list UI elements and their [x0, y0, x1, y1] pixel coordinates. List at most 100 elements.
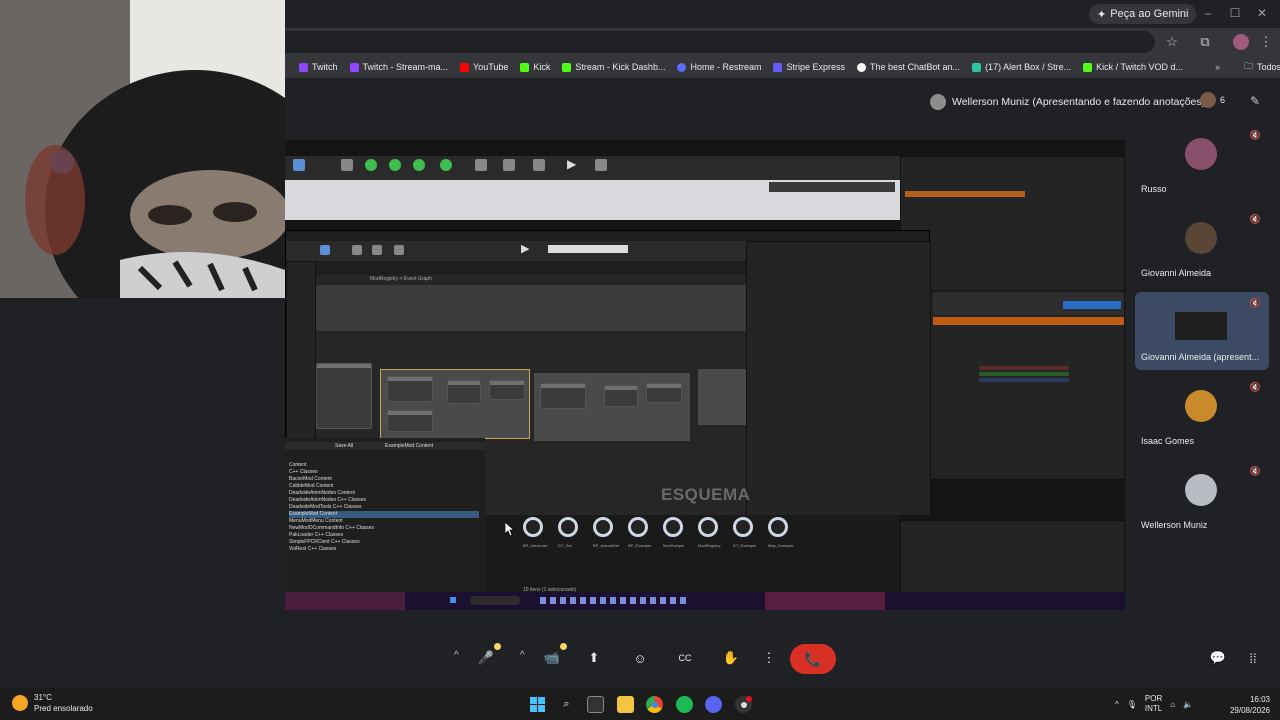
restream-icon — [677, 62, 687, 72]
content-tree-item[interactable]: SimpleFPCRCient C++ Classes — [289, 539, 479, 546]
kick-icon — [520, 62, 530, 72]
content-asset[interactable]: ModSample — [663, 517, 687, 557]
content-asset[interactable]: DT_Set — [558, 517, 582, 557]
captions-button[interactable]: CC — [669, 644, 701, 672]
bookmarks-overflow-button[interactable]: » — [1215, 62, 1220, 72]
content-asset[interactable]: BP_InfraLoad — [523, 517, 547, 557]
end-call-icon: 📞 — [804, 650, 822, 667]
toolbar-build-icon — [365, 159, 377, 171]
content-browser-header: Save All ExampleMod Content — [285, 442, 485, 450]
search-button[interactable]: ⌕ — [558, 696, 575, 713]
debug-object-dropdown — [548, 245, 628, 253]
content-tree-item[interactable]: DeadsideModTools C++ Classes — [289, 504, 479, 511]
clock-date: 29/08/2026 — [1229, 706, 1270, 715]
bookmark-star-icon[interactable]: ☆ — [1164, 34, 1180, 50]
emoji-button[interactable]: ☺ — [624, 644, 656, 672]
content-tree-item[interactable]: Content — [289, 462, 479, 469]
bookmark-restream[interactable]: Home - Restream — [677, 62, 761, 72]
gemini-button[interactable]: ✦ Peça ao Gemini — [1089, 4, 1197, 24]
graph-comment-box — [380, 369, 530, 439]
task-view-button[interactable] — [587, 696, 604, 713]
all-bookmarks-button[interactable]: 🗀Todos os favoritos — [1244, 59, 1280, 75]
address-field[interactable] — [285, 31, 1155, 53]
profile-avatar[interactable] — [1233, 34, 1249, 50]
chatbot-icon — [857, 62, 866, 72]
details-panel — [930, 290, 1125, 480]
people-button[interactable]: 6 — [1200, 92, 1225, 108]
bookmark-kick-dashboard[interactable]: Stream - Kick Dashb... — [562, 62, 665, 72]
participant-tile[interactable]: 🔇 Wellerson Muniz — [1135, 460, 1269, 538]
more-options-button[interactable]: ⋮ — [753, 644, 785, 672]
inner-taskbar-apps — [540, 597, 690, 604]
content-tree-item[interactable]: NewModOCommandInfo C++ Classes — [289, 525, 479, 532]
participant-tile-presenting[interactable]: 🔇 Giovanni Almeida (apresent... — [1135, 292, 1269, 370]
maximize-button[interactable]: ☐ — [1225, 6, 1245, 20]
folder-icon: 🗀 — [1243, 61, 1253, 71]
microphone-tray-icon[interactable]: 🎙 — [1127, 700, 1137, 709]
spotify-button[interactable] — [676, 696, 693, 713]
graph-comment-box — [698, 369, 746, 425]
content-asset[interactable]: BP_Example — [628, 517, 652, 557]
taskbar-clock[interactable]: 16:03 29/08/2026 — [1220, 694, 1270, 716]
clock-time: 16:03 — [1249, 695, 1270, 704]
present-button[interactable]: ⬆ — [578, 644, 610, 672]
minimize-button[interactable]: – — [1198, 6, 1218, 20]
content-tree-item[interactable]: MenuModMenu Content — [289, 518, 479, 525]
raise-hand-button[interactable]: ✋ — [715, 644, 747, 672]
graph-tab: ModRegistry > Event Graph — [370, 276, 432, 282]
bookmark-alert-box[interactable]: (17) Alert Box / Stre... — [972, 62, 1071, 72]
content-asset[interactable]: DT_Example — [733, 517, 757, 557]
network-icon[interactable]: ⌂ — [1170, 700, 1175, 709]
bookmark-youtube[interactable]: YouTube — [460, 62, 508, 72]
content-tree-item[interactable]: VoiRest C++ Classes — [289, 546, 479, 553]
volume-icon[interactable]: 🔈 — [1183, 700, 1193, 709]
browser-menu-icon[interactable]: ⋮ — [1258, 34, 1274, 50]
bookmark-vod[interactable]: Kick / Twitch VOD d... — [1083, 62, 1183, 72]
content-asset[interactable]: Map_Example — [768, 517, 794, 557]
bookmark-chatbot[interactable]: The best ChatBot an... — [857, 62, 960, 72]
content-tree-item[interactable]: CobbleMod Content — [289, 483, 479, 490]
extensions-icon[interactable]: ⧉ — [1197, 34, 1213, 50]
activities-button[interactable]: ⁞⁞ — [1237, 644, 1269, 672]
content-tree-item[interactable]: DeadsideAnimNodes C++ Classes — [289, 497, 479, 504]
video-options-chevron-icon[interactable]: ^ — [520, 650, 525, 661]
wallpaper-strip — [765, 592, 885, 610]
language-indicator[interactable]: POR INTL — [1145, 694, 1162, 714]
annotation-pen-icon[interactable]: ✎ — [1250, 94, 1260, 108]
weather-widget[interactable]: 31°C Pred ensolarado — [12, 692, 93, 714]
apps-grid-icon: ⁞⁞ — [1249, 650, 1257, 666]
chevron-up-icon[interactable]: ^ — [1115, 700, 1119, 709]
mic-off-icon: 🔇 — [1249, 214, 1261, 224]
participant-tile[interactable]: 🔇 Isaac Gomes — [1135, 376, 1269, 454]
blueprint-asset-icon — [768, 517, 788, 537]
content-asset[interactable]: ModRegistry — [698, 517, 722, 557]
toolbar-launch-icon — [595, 159, 607, 171]
world-outliner-panel — [900, 156, 1125, 296]
content-asset[interactable]: BP_AnimalDef — [593, 517, 619, 557]
bookmark-stripe[interactable]: Stripe Express — [773, 62, 845, 72]
end-call-button[interactable]: 📞 — [790, 644, 836, 674]
content-tree-item[interactable]: ExampleMod Content — [289, 511, 479, 518]
chat-button[interactable]: 💬 — [1202, 644, 1234, 672]
discord-button[interactable] — [705, 696, 722, 713]
start-button[interactable] — [529, 696, 546, 713]
participant-tile[interactable]: 🔇 Russo — [1135, 124, 1269, 202]
file-explorer-button[interactable] — [617, 696, 634, 713]
bookmark-twitch-stream-manager[interactable]: Twitch - Stream-ma... — [349, 62, 448, 72]
bookmark-twitch[interactable]: Twitch — [299, 62, 338, 72]
close-window-button[interactable]: ✕ — [1252, 6, 1272, 20]
content-tree-item[interactable]: BaconMod Content — [289, 476, 479, 483]
content-tree-item[interactable]: PakLoader C++ Classes — [289, 532, 479, 539]
blueprint-asset-icon — [523, 517, 543, 537]
browse-icon — [372, 245, 382, 255]
content-browser-tree: Save All ExampleMod Content Content C++ C… — [285, 438, 485, 610]
blueprint-asset-icon — [698, 517, 718, 537]
content-tree-item[interactable]: C++ Classes — [289, 469, 479, 476]
participant-tile[interactable]: 🔇 Giovanni Almeida — [1135, 208, 1269, 286]
chrome-button[interactable] — [646, 696, 663, 713]
content-tree-item[interactable]: DeadsideAnimNodes Content — [289, 490, 479, 497]
audio-options-chevron-icon[interactable]: ^ — [454, 650, 459, 661]
sun-icon — [12, 695, 28, 711]
bookmark-kick[interactable]: Kick — [520, 62, 550, 72]
mic-off-icon: 🔇 — [1249, 298, 1261, 308]
